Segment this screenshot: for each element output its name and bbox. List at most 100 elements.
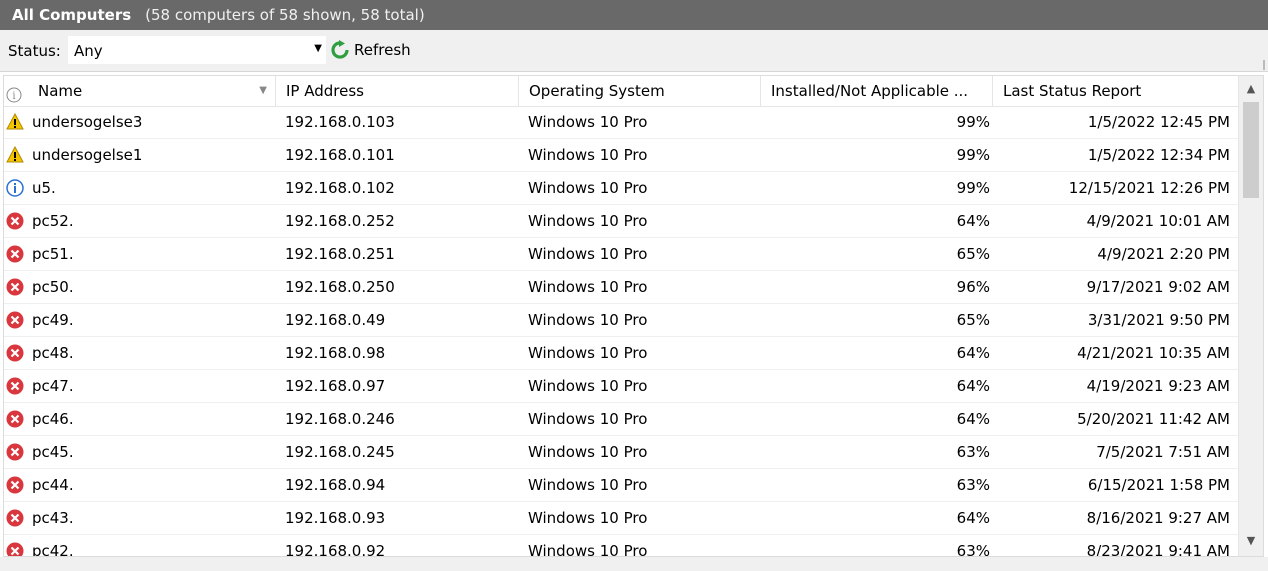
- error-icon: [6, 509, 24, 527]
- ip-address: 192.168.0.246: [285, 410, 395, 428]
- scroll-down-icon[interactable]: ▼: [1239, 532, 1263, 550]
- table-row[interactable]: pc51. 192.168.0.251 Windows 10 Pro 65% 4…: [4, 238, 1240, 271]
- operating-system: Windows 10 Pro: [528, 146, 648, 164]
- refresh-button[interactable]: Refresh: [330, 36, 411, 64]
- table-row[interactable]: undersogelse3 192.168.0.103 Windows 10 P…: [4, 106, 1240, 139]
- ip-address: 192.168.0.252: [285, 212, 395, 230]
- table-row[interactable]: pc44. 192.168.0.94 Windows 10 Pro 63% 6/…: [4, 469, 1240, 502]
- ip-address: 192.168.0.49: [285, 311, 386, 329]
- scrollbar-thumb[interactable]: [1243, 102, 1259, 198]
- resize-grip: [1263, 60, 1265, 70]
- installed-percent: 96%: [956, 278, 990, 296]
- last-status-report: 8/16/2021 9:27 AM: [1086, 509, 1230, 527]
- ip-address: 192.168.0.103: [285, 113, 395, 131]
- ip-address: 192.168.0.93: [285, 509, 386, 527]
- table-row[interactable]: pc52. 192.168.0.252 Windows 10 Pro 64% 4…: [4, 205, 1240, 238]
- redacted-area: [74, 172, 204, 204]
- table-row[interactable]: undersogelse1 192.168.0.101 Windows 10 P…: [4, 139, 1240, 172]
- installed-percent: 63%: [956, 443, 990, 461]
- computer-name: u5.: [32, 179, 56, 197]
- chevron-down-icon: ▼: [314, 43, 322, 54]
- table-row[interactable]: pc45. 192.168.0.245 Windows 10 Pro 63% 7…: [4, 436, 1240, 469]
- column-header-name[interactable]: i Name ▼: [4, 76, 276, 106]
- computer-name: pc42.: [32, 542, 74, 557]
- window-subtitle: (58 computers of 58 shown, 58 total): [145, 6, 425, 24]
- table-row[interactable]: pc48. 192.168.0.98 Windows 10 Pro 64% 4/…: [4, 337, 1240, 370]
- table-row[interactable]: pc47. 192.168.0.97 Windows 10 Pro 64% 4/…: [4, 370, 1240, 403]
- ip-address: 192.168.0.101: [285, 146, 395, 164]
- installed-percent: 64%: [956, 212, 990, 230]
- status-dropdown[interactable]: Any ▼: [68, 36, 326, 64]
- table-row[interactable]: pc43. 192.168.0.93 Windows 10 Pro 64% 8/…: [4, 502, 1240, 535]
- error-icon: [6, 476, 24, 494]
- vertical-scrollbar[interactable]: ▲ ▼: [1238, 76, 1263, 556]
- column-label-os: Operating System: [529, 82, 665, 100]
- sort-descending-icon: ▼: [259, 85, 267, 96]
- toolbar: Status: Any ▼ Refresh: [0, 30, 1268, 72]
- operating-system: Windows 10 Pro: [528, 509, 648, 527]
- operating-system: Windows 10 Pro: [528, 410, 648, 428]
- column-label-name: Name: [38, 82, 83, 100]
- last-status-report: 3/31/2021 9:50 PM: [1087, 311, 1230, 329]
- operating-system: Windows 10 Pro: [528, 212, 648, 230]
- column-header-ip[interactable]: IP Address: [276, 76, 519, 106]
- scroll-up-icon[interactable]: ▲: [1239, 80, 1263, 98]
- last-status-report: 5/20/2021 11:42 AM: [1077, 410, 1230, 428]
- column-header-last-report[interactable]: Last Status Report: [993, 76, 1240, 106]
- column-header-os[interactable]: Operating System: [519, 76, 761, 106]
- error-icon: [6, 410, 24, 428]
- operating-system: Windows 10 Pro: [528, 113, 648, 131]
- column-label-installed: Installed/Not Applicable ...: [771, 82, 969, 100]
- operating-system: Windows 10 Pro: [528, 311, 648, 329]
- installed-percent: 63%: [956, 542, 990, 557]
- computer-name: pc45.: [32, 443, 74, 461]
- error-icon: [6, 443, 24, 461]
- status-value: Any: [74, 42, 103, 60]
- computer-name: pc51.: [32, 245, 74, 263]
- info-icon: [6, 179, 24, 197]
- ip-address: 192.168.0.245: [285, 443, 395, 461]
- last-status-report: 4/21/2021 10:35 AM: [1077, 344, 1230, 362]
- installed-percent: 64%: [956, 377, 990, 395]
- refresh-label: Refresh: [354, 41, 411, 59]
- ip-address: 192.168.0.102: [285, 179, 395, 197]
- ip-address: 192.168.0.98: [285, 344, 386, 362]
- last-status-report: 4/9/2021 10:01 AM: [1086, 212, 1230, 230]
- table-body: undersogelse3 192.168.0.103 Windows 10 P…: [4, 106, 1240, 557]
- table-header: i Name ▼ IP Address Operating System Ins…: [4, 76, 1240, 107]
- table-row[interactable]: pc46. 192.168.0.246 Windows 10 Pro 64% 5…: [4, 403, 1240, 436]
- svg-text:i: i: [12, 91, 15, 102]
- column-header-installed[interactable]: Installed/Not Applicable ...: [761, 76, 993, 106]
- installed-percent: 64%: [956, 509, 990, 527]
- computer-name: pc43.: [32, 509, 74, 527]
- warning-icon: [6, 145, 24, 164]
- last-status-report: 9/17/2021 9:02 AM: [1086, 278, 1230, 296]
- operating-system: Windows 10 Pro: [528, 443, 648, 461]
- last-status-report: 1/5/2022 12:45 PM: [1087, 113, 1230, 131]
- ip-address: 192.168.0.250: [285, 278, 395, 296]
- last-status-report: 7/5/2021 7:51 AM: [1096, 443, 1230, 461]
- error-icon: [6, 311, 24, 329]
- installed-percent: 64%: [956, 410, 990, 428]
- column-label-last-report: Last Status Report: [1003, 82, 1142, 100]
- table-row[interactable]: pc50. 192.168.0.250 Windows 10 Pro 96% 9…: [4, 271, 1240, 304]
- table-row[interactable]: pc49. 192.168.0.49 Windows 10 Pro 65% 3/…: [4, 304, 1240, 337]
- operating-system: Windows 10 Pro: [528, 245, 648, 263]
- table-row[interactable]: u5. 192.168.0.102 Windows 10 Pro 99% 12/…: [4, 172, 1240, 205]
- last-status-report: 8/23/2021 9:41 AM: [1086, 542, 1230, 557]
- operating-system: Windows 10 Pro: [528, 377, 648, 395]
- computer-name: undersogelse1: [32, 146, 143, 164]
- installed-percent: 63%: [956, 476, 990, 494]
- last-status-report: 4/9/2021 2:20 PM: [1097, 245, 1230, 263]
- title-bar: All Computers (58 computers of 58 shown,…: [0, 0, 1268, 31]
- operating-system: Windows 10 Pro: [528, 344, 648, 362]
- last-status-report: 12/15/2021 12:26 PM: [1068, 179, 1230, 197]
- computer-name: pc48.: [32, 344, 74, 362]
- installed-percent: 65%: [956, 245, 990, 263]
- error-icon: [6, 245, 24, 263]
- window-title: All Computers: [12, 6, 132, 24]
- table-row[interactable]: pc42. 192.168.0.92 Windows 10 Pro 63% 8/…: [4, 535, 1240, 557]
- status-label: Status:: [8, 42, 61, 60]
- last-status-report: 6/15/2021 1:58 PM: [1087, 476, 1230, 494]
- computer-name: pc50.: [32, 278, 74, 296]
